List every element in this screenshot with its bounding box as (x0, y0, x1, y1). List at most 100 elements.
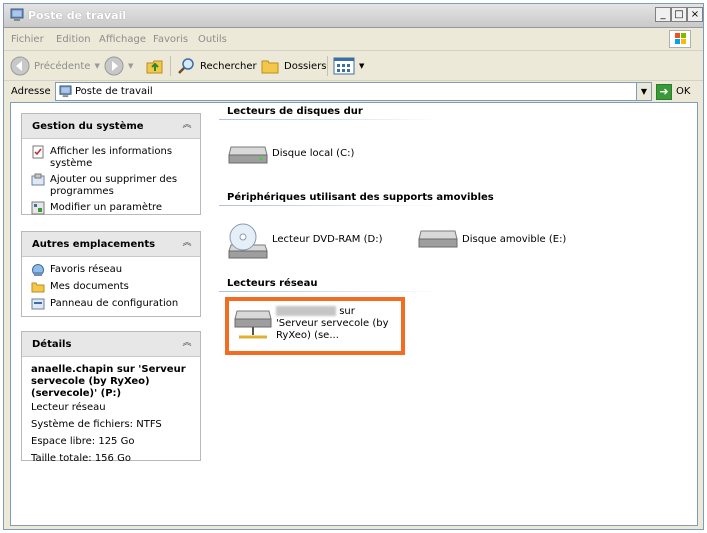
add-remove-icon (31, 173, 45, 186)
collapse-icon[interactable]: ︽ (180, 237, 194, 251)
details-free-space: Espace libre: 125 Go (31, 436, 135, 447)
explorer-window: Poste de travail _ □ × Fichier Edition A… (3, 3, 704, 530)
group-header-network: Lecteurs réseau (227, 278, 318, 289)
address-input[interactable]: Poste de travail ▼ (55, 82, 652, 101)
drive-label: Disque amovible (E:) (462, 233, 567, 245)
place-control-panel[interactable]: Panneau de configuration (31, 298, 194, 311)
toolbar-separator (327, 56, 328, 76)
menu-edition[interactable]: Edition (56, 34, 91, 45)
forward-button[interactable]: ▼ (104, 55, 133, 77)
hard-drive-icon (228, 146, 268, 164)
details-panel: Détails ︽ anaelle.chapin sur 'Serveur se… (21, 331, 201, 464)
back-arrow-icon (10, 56, 30, 76)
task-label: Ajouter ou supprimer des programmes (50, 174, 178, 197)
chevron-down-icon[interactable]: ▼ (128, 62, 133, 70)
up-folder-icon (146, 60, 163, 74)
network-icon (32, 264, 44, 276)
address-dropdown-button[interactable]: ▼ (636, 83, 651, 100)
group-divider (219, 291, 441, 292)
panel-title: Détails (32, 339, 72, 350)
folder-icon (261, 60, 279, 74)
go-label: OK (676, 86, 691, 97)
collapse-icon[interactable]: ︽ (180, 119, 194, 133)
go-arrow-icon: ➜ (656, 83, 672, 100)
panel-title: Gestion du système (32, 121, 144, 132)
place-label: Mes documents (50, 281, 129, 292)
other-places-header[interactable]: Autres emplacements ︽ (22, 232, 200, 257)
drive-d[interactable]: Lecteur DVD-RAM (D:) (227, 217, 382, 261)
chevron-down-icon[interactable]: ▼ (359, 62, 364, 70)
views-icon (333, 57, 355, 75)
search-icon (178, 58, 194, 74)
folder-icon (31, 282, 45, 293)
search-button[interactable]: Rechercher (176, 55, 257, 77)
close-button[interactable]: × (687, 7, 703, 22)
task-change-setting[interactable]: Modifier un paramètre (31, 201, 194, 215)
group-header-hard-disks: Lecteurs de disques dur (227, 106, 363, 117)
chevron-down-icon[interactable]: ▼ (94, 62, 99, 70)
up-folder-button[interactable] (145, 55, 165, 77)
search-label: Rechercher (200, 60, 257, 72)
place-network-favorites[interactable]: Favoris réseau (31, 264, 194, 277)
go-button[interactable]: ➜ OK (656, 82, 690, 101)
collapse-icon[interactable]: ︽ (180, 337, 194, 351)
group-header-removable: Périphériques utilisant des supports amo… (227, 192, 494, 203)
drives-view: Lecteurs de disques dur Disque local (C:… (207, 103, 697, 525)
menu-favoris[interactable]: Favoris (153, 34, 188, 45)
menu-outils[interactable]: Outils (198, 34, 227, 45)
place-label: Panneau de configuration (50, 298, 179, 309)
task-pane: Gestion du système ︽ Afficher les inform… (11, 103, 207, 525)
address-bar: Adresse Poste de travail ▼ ➜ OK (4, 82, 703, 102)
window-title: Poste de travail (28, 9, 127, 22)
system-tasks-panel: Gestion du système ︽ Afficher les inform… (21, 113, 201, 215)
drive-c[interactable]: Disque local (C:) (227, 139, 354, 167)
system-tasks-header[interactable]: Gestion du système ︽ (22, 114, 200, 139)
drive-label: Disque local (C:) (272, 147, 355, 159)
windows-logo-icon (669, 30, 691, 48)
control-panel-icon (31, 298, 45, 310)
details-type: Lecteur réseau (31, 402, 106, 413)
place-label: Favoris réseau (50, 264, 123, 275)
dvd-drive-icon (228, 223, 268, 259)
menu-bar: Fichier Edition Affichage Favoris Outils (4, 29, 703, 51)
place-my-documents[interactable]: Mes documents (31, 281, 194, 294)
content-area: Gestion du système ︽ Afficher les inform… (10, 102, 698, 526)
details-filesystem: Système de fichiers: NTFS (31, 419, 162, 430)
task-add-remove-programs[interactable]: Ajouter ou supprimer des programmes (31, 173, 194, 198)
back-label: Précédente (34, 60, 91, 72)
drive-e[interactable]: Disque amovible (E:) (417, 227, 566, 251)
menu-affichage[interactable]: Affichage (99, 34, 146, 45)
group-divider (219, 205, 441, 206)
menu-fichier[interactable]: Fichier (11, 34, 44, 45)
other-places-panel: Autres emplacements ︽ Favoris réseau Mes… (21, 231, 201, 317)
details-header[interactable]: Détails ︽ (22, 332, 200, 357)
drive-p[interactable]: sur 'Serveur servecole (by RyXeo) (se... (233, 305, 394, 343)
details-name: anaelle.chapin sur 'Serveur servecole (b… (31, 364, 186, 399)
info-icon (32, 145, 44, 159)
folders-button[interactable]: Dossiers (260, 55, 327, 77)
task-label: Modifier un paramètre (50, 202, 163, 213)
toolbar-separator (170, 56, 171, 76)
computer-icon (10, 8, 24, 21)
panel-title: Autres emplacements (32, 239, 156, 250)
views-button[interactable]: ▼ (333, 55, 364, 77)
group-divider (219, 119, 441, 120)
network-drive-icon (234, 310, 272, 339)
address-label: Adresse (11, 86, 51, 97)
blurred-username (276, 306, 336, 316)
task-show-system-info[interactable]: Afficher les informations système (31, 145, 194, 170)
drive-label: Lecteur DVD-RAM (D:) (272, 233, 383, 245)
maximize-button[interactable]: □ (671, 7, 687, 22)
settings-icon (31, 201, 45, 215)
details-total-size: Taille totale: 156 Go (31, 453, 131, 464)
removable-drive-icon (418, 230, 458, 248)
task-label: Afficher les informations système (50, 146, 173, 169)
title-bar[interactable]: Poste de travail _ □ × (4, 4, 703, 28)
minimize-button[interactable]: _ (655, 7, 671, 22)
forward-arrow-icon (104, 56, 124, 76)
address-value: Poste de travail (75, 86, 153, 97)
computer-icon (59, 85, 72, 98)
toolbar: Précédente ▼ ▼ Rechercher Dossiers ▼ (4, 51, 703, 81)
folders-label: Dossiers (284, 60, 327, 72)
back-button[interactable]: Précédente ▼ (10, 55, 100, 77)
